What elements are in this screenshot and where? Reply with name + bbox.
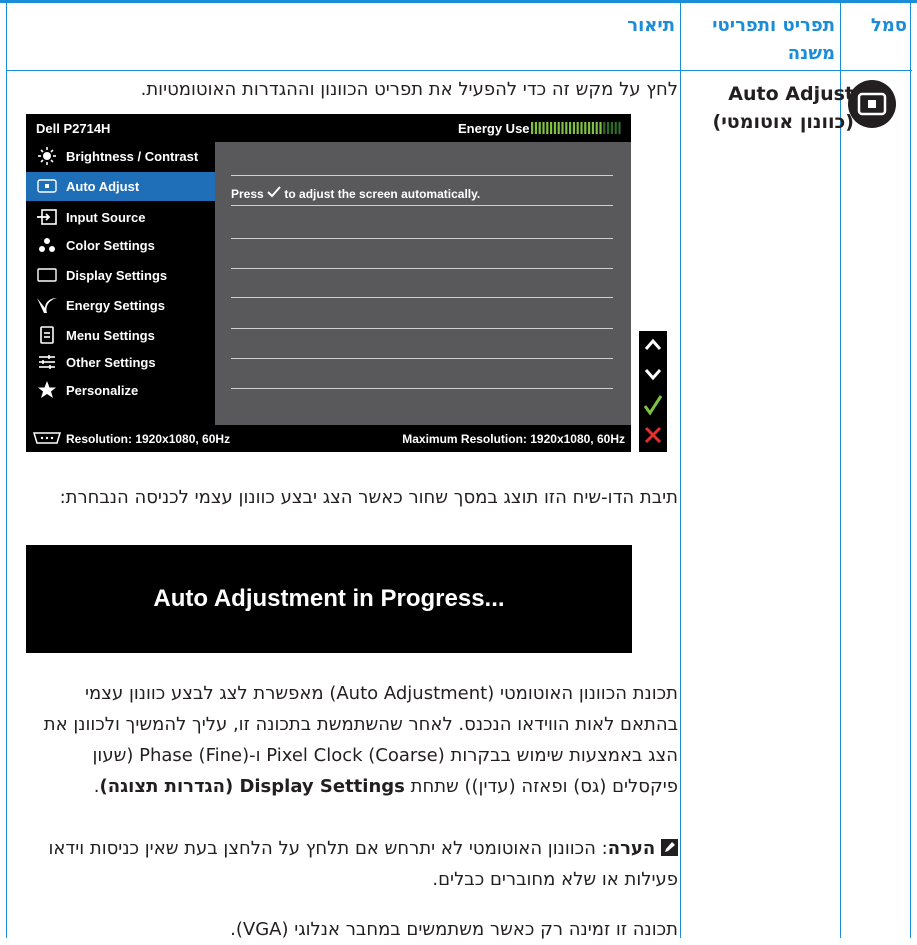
energy-bar [607, 122, 610, 134]
close-icon[interactable] [643, 425, 663, 449]
energy-bar [614, 122, 617, 134]
header-desc-col: תיאור [627, 15, 675, 36]
sun-icon [36, 147, 58, 165]
energy-bar [550, 122, 553, 134]
display-rect-icon [36, 266, 58, 284]
osd-item-label: Auto Adjust [66, 179, 140, 194]
osd-item-color-settings[interactable]: Color Settings [26, 231, 215, 260]
intro-text: לחץ על מקש זה כדי להפעיל את תפריט הכוונו… [140, 79, 678, 100]
osd-item-other-settings[interactable]: Other Settings [26, 348, 215, 377]
note-label: הערה [607, 838, 656, 859]
energy-bar [599, 122, 602, 134]
osd-item-energy-settings[interactable]: Energy Settings [26, 291, 215, 320]
osd-item-label: Menu Settings [66, 328, 155, 343]
energy-bar [580, 122, 583, 134]
input-source-icon [36, 208, 58, 226]
auto-adjust-paragraph: תכונת הכוונון האוטומטי (Auto Adjustment)… [43, 683, 678, 797]
osd-item-brightness[interactable]: Brightness / Contrast [26, 142, 215, 171]
energy-bar [572, 122, 575, 134]
energy-bar [546, 122, 549, 134]
vga-only-text: תכונה זו זמינה רק כאשר משתמשים במחבר אנל… [230, 919, 678, 940]
down-arrow-icon[interactable] [643, 364, 663, 388]
osd-item-label: Input Source [66, 210, 146, 225]
note-icon [655, 838, 678, 859]
energy-bar [618, 122, 621, 134]
up-arrow-icon[interactable] [643, 335, 663, 359]
energy-bar [584, 122, 587, 134]
osd-message-press: Press [231, 187, 264, 201]
energy-bar [569, 122, 572, 134]
leaf-icon [36, 296, 58, 314]
star-icon [36, 381, 58, 399]
auto-adjust-icon [848, 80, 896, 128]
osd-model: Dell P2714H [36, 121, 111, 136]
energy-bar [565, 122, 568, 134]
note-paragraph: הערה: הכוונון האוטומטי לא יתרחש אם תלחץ … [30, 833, 678, 895]
menu-doc-icon [36, 326, 58, 344]
energy-bar [534, 122, 537, 134]
osd-resolution: Resolution: 1920x1080, 60Hz [66, 432, 231, 446]
energy-bar [610, 122, 613, 134]
osd-item-auto-adjust[interactable]: Auto Adjust [26, 172, 215, 201]
energy-bar [576, 122, 579, 134]
energy-bar [591, 122, 594, 134]
energy-meter [531, 122, 621, 134]
header-menu-line1: תפריט ותפריטי [712, 15, 835, 36]
energy-bar [553, 122, 556, 134]
sliders-icon [36, 353, 58, 371]
energy-bar [538, 122, 541, 134]
progress-banner: Auto Adjustment in Progress... [26, 545, 632, 653]
header-icon-col: סמל [870, 15, 907, 36]
osd-item-label: Other Settings [66, 355, 156, 370]
display-settings-ref: Display Settings (הגדרות תצוגה) [99, 776, 405, 797]
osd-status-bar: Resolution: 1920x1080, 60Hz Maximum Reso… [26, 425, 631, 452]
osd-item-label: Brightness / Contrast [66, 149, 199, 164]
osd-item-menu-settings[interactable]: Menu Settings [26, 321, 215, 350]
energy-bar [557, 122, 560, 134]
energy-bar [542, 122, 545, 134]
vga-connector-icon [32, 431, 62, 448]
check-icon[interactable] [643, 394, 663, 420]
feature-name-he: (כוונון אוטומטי) [712, 111, 854, 133]
osd-message-rest: to adjust the screen automatically. [284, 187, 481, 201]
note-text: : הכוונון האוטומטי לא יתרחש אם תלחץ על ה… [48, 838, 678, 890]
energy-bar [603, 122, 606, 134]
osd-item-personalize[interactable]: Personalize [26, 376, 215, 405]
osd-item-label: Energy Settings [66, 298, 165, 313]
color-dots-icon [36, 236, 58, 254]
osd-menu: Dell P2714H Energy Use Brightness / Cont… [26, 114, 631, 452]
osd-header: Dell P2714H Energy Use [26, 114, 631, 142]
osd-item-display-settings[interactable]: Display Settings [26, 261, 215, 290]
osd-item-input-source[interactable]: Input Source [26, 203, 215, 232]
feature-name-en: Auto Adjust [728, 83, 854, 105]
check-icon [267, 186, 284, 201]
feature-name: Auto Adjust (כוונון אוטומטי) [712, 80, 854, 136]
osd-energy-label: Energy Use [458, 121, 530, 136]
dialog-intro-text: תיבת הדו-שיח הזו תוצג במסך שחור כאשר הצג… [59, 487, 678, 508]
osd-message: Press to adjust the screen automatically… [231, 186, 480, 201]
osd-item-label: Color Settings [66, 238, 155, 253]
energy-bar [561, 122, 564, 134]
osd-button-panel [639, 331, 667, 452]
osd-max-resolution: Maximum Resolution: 1920x1080, 60Hz [402, 432, 625, 446]
auto-adjust-icon [36, 177, 58, 195]
osd-item-label: Display Settings [66, 268, 168, 283]
header-menu-col: תפריט ותפריטי משנה [712, 12, 835, 68]
osd-menu-list: Brightness / Contrast Auto Adjust Input … [26, 142, 215, 425]
osd-item-label: Personalize [66, 383, 139, 398]
energy-bar [588, 122, 591, 134]
energy-bar [531, 122, 534, 134]
energy-bar [595, 122, 598, 134]
header-menu-line2: משנה [787, 43, 835, 64]
